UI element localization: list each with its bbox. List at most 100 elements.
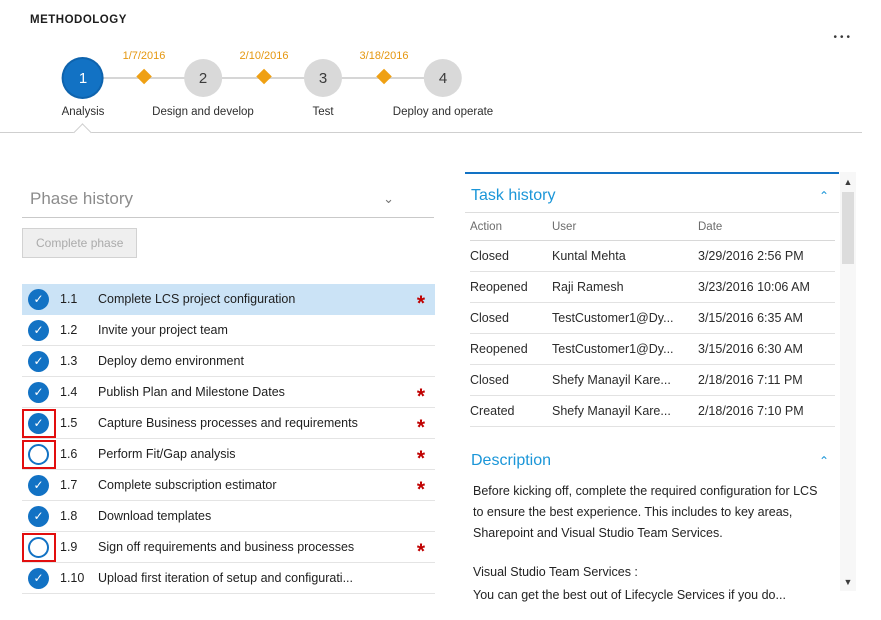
check-icon: ✓ <box>33 478 43 492</box>
history-user: Raji Ramesh <box>552 280 698 294</box>
milestone-diamond-icon <box>376 69 392 85</box>
task-history-rows: Closed Kuntal Mehta 3/29/2016 2:56 PM Re… <box>470 241 835 427</box>
task-checkbox[interactable]: ✓ <box>28 320 49 341</box>
history-user: TestCustomer1@Dy... <box>552 342 698 356</box>
phase-history-dropdown[interactable]: Phase history ⌄ <box>22 180 434 218</box>
scroll-down-icon[interactable]: ▼ <box>840 573 856 590</box>
task-title: Upload first iteration of setup and conf… <box>98 571 407 585</box>
description-subheading: Visual Studio Team Services : <box>473 565 825 579</box>
phase-circle[interactable]: 1 <box>64 59 102 97</box>
column-user: User <box>552 221 698 233</box>
required-asterisk-icon: * <box>407 416 435 440</box>
task-list: ✓ 1.1 Complete LCS project configuration… <box>22 284 435 594</box>
task-number: 1.1 <box>60 292 98 306</box>
task-number: 1.6 <box>60 447 98 461</box>
task-history-table: Action User Date Closed Kuntal Mehta 3/2… <box>470 213 835 427</box>
task-row[interactable]: ✓ 1.4 Publish Plan and Milestone Dates * <box>22 377 435 408</box>
task-checkbox[interactable]: ✓ <box>28 506 49 527</box>
task-check-circle: ✓ <box>28 289 49 310</box>
check-icon: ✓ <box>33 385 43 399</box>
phase-circle[interactable]: 2 <box>184 59 222 97</box>
required-asterisk-icon: * <box>407 292 435 316</box>
task-number: 1.5 <box>60 416 98 430</box>
task-row[interactable]: ✓ 1.1 Complete LCS project configuration… <box>22 284 435 315</box>
task-row[interactable]: ✓ 1.8 Download templates * <box>22 501 435 532</box>
task-row[interactable]: ✓ 1.9 Sign off requirements and business… <box>22 532 435 563</box>
description-header: Description ⌃ <box>465 443 839 473</box>
column-action: Action <box>470 221 552 233</box>
task-number: 1.7 <box>60 478 98 492</box>
task-number: 1.9 <box>60 540 98 554</box>
column-date: Date <box>698 221 835 233</box>
more-options-icon[interactable]: ••• <box>833 32 853 43</box>
check-icon: ✓ <box>33 571 43 585</box>
task-history-row: Reopened Raji Ramesh 3/23/2016 10:06 AM <box>470 272 835 303</box>
task-row[interactable]: ✓ 1.7 Complete subscription estimator * <box>22 470 435 501</box>
task-checkbox[interactable]: ✓ <box>28 289 49 310</box>
task-checkbox[interactable]: ✓ <box>28 351 49 372</box>
task-row[interactable]: ✓ 1.6 Perform Fit/Gap analysis * <box>22 439 435 470</box>
check-icon: ✓ <box>33 416 43 430</box>
history-action: Created <box>470 404 552 418</box>
phase-step: 3 Test <box>304 59 342 118</box>
scrollbar[interactable]: ▲ ▼ <box>840 172 856 591</box>
collapse-icon[interactable]: ⌃ <box>819 454 829 468</box>
methodology-timeline: 1/7/2016 2/10/2016 3/18/2016 1 Analysis … <box>0 46 560 132</box>
history-date: 2/18/2016 7:11 PM <box>698 373 835 387</box>
history-action: Reopened <box>470 280 552 294</box>
task-check-circle: ✓ <box>28 413 49 434</box>
check-icon: ✓ <box>33 354 43 368</box>
task-row[interactable]: ✓ 1.10 Upload first iteration of setup a… <box>22 563 435 594</box>
required-asterisk-icon: * <box>407 540 435 564</box>
task-check-circle: ✓ <box>28 568 49 589</box>
phase-label: Analysis <box>62 106 105 118</box>
scrollbar-thumb[interactable] <box>842 192 854 264</box>
task-row[interactable]: ✓ 1.5 Capture Business processes and req… <box>22 408 435 439</box>
complete-phase-button[interactable]: Complete phase <box>22 228 137 258</box>
task-check-circle: ✓ <box>28 382 49 403</box>
phase-history-label: Phase history <box>22 189 133 209</box>
description-title: Description <box>471 452 551 470</box>
phase-circle[interactable]: 4 <box>424 59 462 97</box>
task-checkbox[interactable]: ✓ <box>28 382 49 403</box>
task-number: 1.4 <box>60 385 98 399</box>
task-title: Deploy demo environment <box>98 354 407 368</box>
phase-step: 4 Deploy and operate <box>393 59 493 118</box>
milestone-diamond-icon <box>256 69 272 85</box>
task-title: Publish Plan and Milestone Dates <box>98 385 407 399</box>
task-row[interactable]: ✓ 1.2 Invite your project team * <box>22 315 435 346</box>
collapse-icon[interactable]: ⌃ <box>819 189 829 203</box>
task-checkbox[interactable]: ✓ <box>28 475 49 496</box>
task-history-row: Closed TestCustomer1@Dy... 3/15/2016 6:3… <box>470 303 835 334</box>
check-icon: ✓ <box>33 323 43 337</box>
phase-step: 1 Analysis <box>62 59 105 118</box>
task-history-row: Reopened TestCustomer1@Dy... 3/15/2016 6… <box>470 334 835 365</box>
required-asterisk-icon: * <box>407 478 435 502</box>
task-checkbox[interactable]: ✓ <box>28 537 49 558</box>
task-history-row: Created Shefy Manayil Kare... 2/18/2016 … <box>470 396 835 427</box>
section-divider <box>0 132 862 133</box>
task-number: 1.10 <box>60 571 98 585</box>
required-asterisk-icon: * <box>407 385 435 409</box>
task-history-row: Closed Shefy Manayil Kare... 2/18/2016 7… <box>470 365 835 396</box>
task-check-circle: ✓ <box>28 537 49 558</box>
task-history-title: Task history <box>471 187 555 205</box>
task-checkbox[interactable]: ✓ <box>28 568 49 589</box>
task-row[interactable]: ✓ 1.3 Deploy demo environment * <box>22 346 435 377</box>
task-checkbox[interactable]: ✓ <box>28 444 49 465</box>
scroll-up-icon[interactable]: ▲ <box>840 173 856 190</box>
phase-label: Deploy and operate <box>393 106 493 118</box>
history-date: 2/18/2016 7:10 PM <box>698 404 835 418</box>
history-action: Closed <box>470 373 552 387</box>
history-user: Shefy Manayil Kare... <box>552 404 698 418</box>
description-truncated-line: You can get the best out of Lifecycle Se… <box>473 588 825 602</box>
task-check-circle: ✓ <box>28 351 49 372</box>
phase-circle[interactable]: 3 <box>304 59 342 97</box>
history-date: 3/15/2016 6:35 AM <box>698 311 835 325</box>
task-checkbox[interactable]: ✓ <box>28 413 49 434</box>
task-check-circle: ✓ <box>28 475 49 496</box>
check-icon: ✓ <box>33 292 43 306</box>
task-history-header: Task history ⌃ <box>465 174 839 213</box>
phase-label: Test <box>312 106 333 118</box>
task-check-circle: ✓ <box>28 444 49 465</box>
